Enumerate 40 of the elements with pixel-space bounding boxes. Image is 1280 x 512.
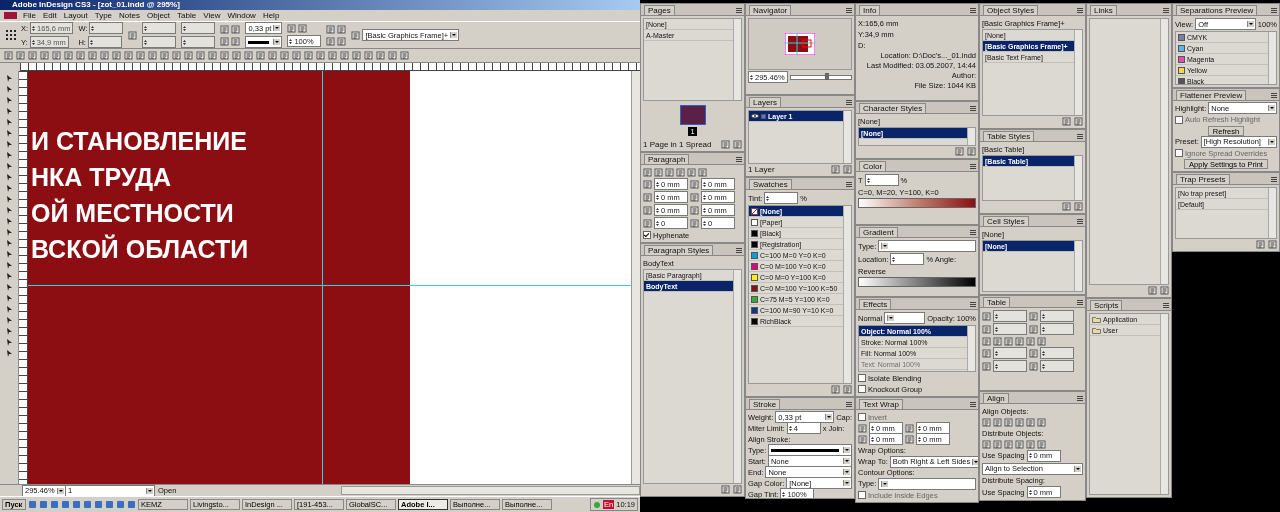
menu-item[interactable]: Edit (39, 11, 60, 20)
heading-line: НКА ТРУДА (31, 162, 172, 193)
panel-tab[interactable]: Text Wrap (859, 399, 903, 409)
menu-item[interactable]: Table (174, 11, 200, 20)
panel-tab[interactable]: Stroke (749, 399, 781, 409)
panel-tab[interactable]: Object Styles (983, 5, 1039, 15)
panel-tab[interactable]: Table Styles (983, 131, 1035, 141)
heading-line: ВСКОЙ ОБЛАСТИ (31, 233, 249, 265)
panel-tab[interactable]: Effects (859, 299, 892, 309)
panel-tab[interactable]: Swatches (749, 179, 792, 189)
menu-item[interactable]: View (200, 11, 224, 20)
panel-tab[interactable]: Scripts (1090, 300, 1123, 310)
panel-footer-text: 1 Page in 1 Spread (643, 140, 713, 149)
menu-item[interactable]: Type (91, 11, 116, 20)
menu-item[interactable]: Help (259, 11, 283, 20)
menu-item[interactable]: Layout (60, 11, 91, 20)
panel-tab[interactable]: Align (983, 393, 1009, 403)
panel-tab[interactable]: Table (983, 297, 1011, 307)
panel-footer-text: 1 Layer (748, 165, 776, 174)
panel-tab[interactable]: Gradient (859, 227, 898, 237)
panel-tab[interactable]: Paragraph Styles (644, 245, 714, 255)
menu-item[interactable]: Window (224, 11, 259, 20)
heading-line: ОЙ МЕСТНОСТИ (31, 197, 234, 229)
window-title: Adobe InDesign CS3 - [zot_01.indd @ 295%] (0, 0, 640, 10)
panel-tab[interactable]: Cell Styles (983, 216, 1029, 226)
panel-tab[interactable]: Separations Preview (1176, 5, 1258, 15)
panel-tab[interactable]: Layers (749, 97, 781, 107)
panel-tab[interactable]: Info (859, 5, 881, 15)
panel-tab[interactable]: Character Styles (859, 103, 927, 113)
panel-tab[interactable]: Paragraph (644, 154, 690, 164)
panel-tab[interactable]: Links (1090, 5, 1117, 15)
panel-tab[interactable]: Navigator (749, 5, 792, 15)
panel-tab[interactable]: Trap Presets (1176, 174, 1230, 184)
menu-item[interactable]: Notes (116, 11, 143, 20)
panel-tab[interactable]: Pages (644, 5, 675, 15)
heading-line: И СТАНОВЛЕНИЕ (31, 126, 247, 157)
panel-tab[interactable]: Flattener Preview (1176, 90, 1247, 100)
menu-item[interactable]: File (20, 11, 39, 20)
menu-item[interactable]: Object (143, 11, 174, 20)
panel-tab[interactable]: Color (859, 161, 887, 171)
